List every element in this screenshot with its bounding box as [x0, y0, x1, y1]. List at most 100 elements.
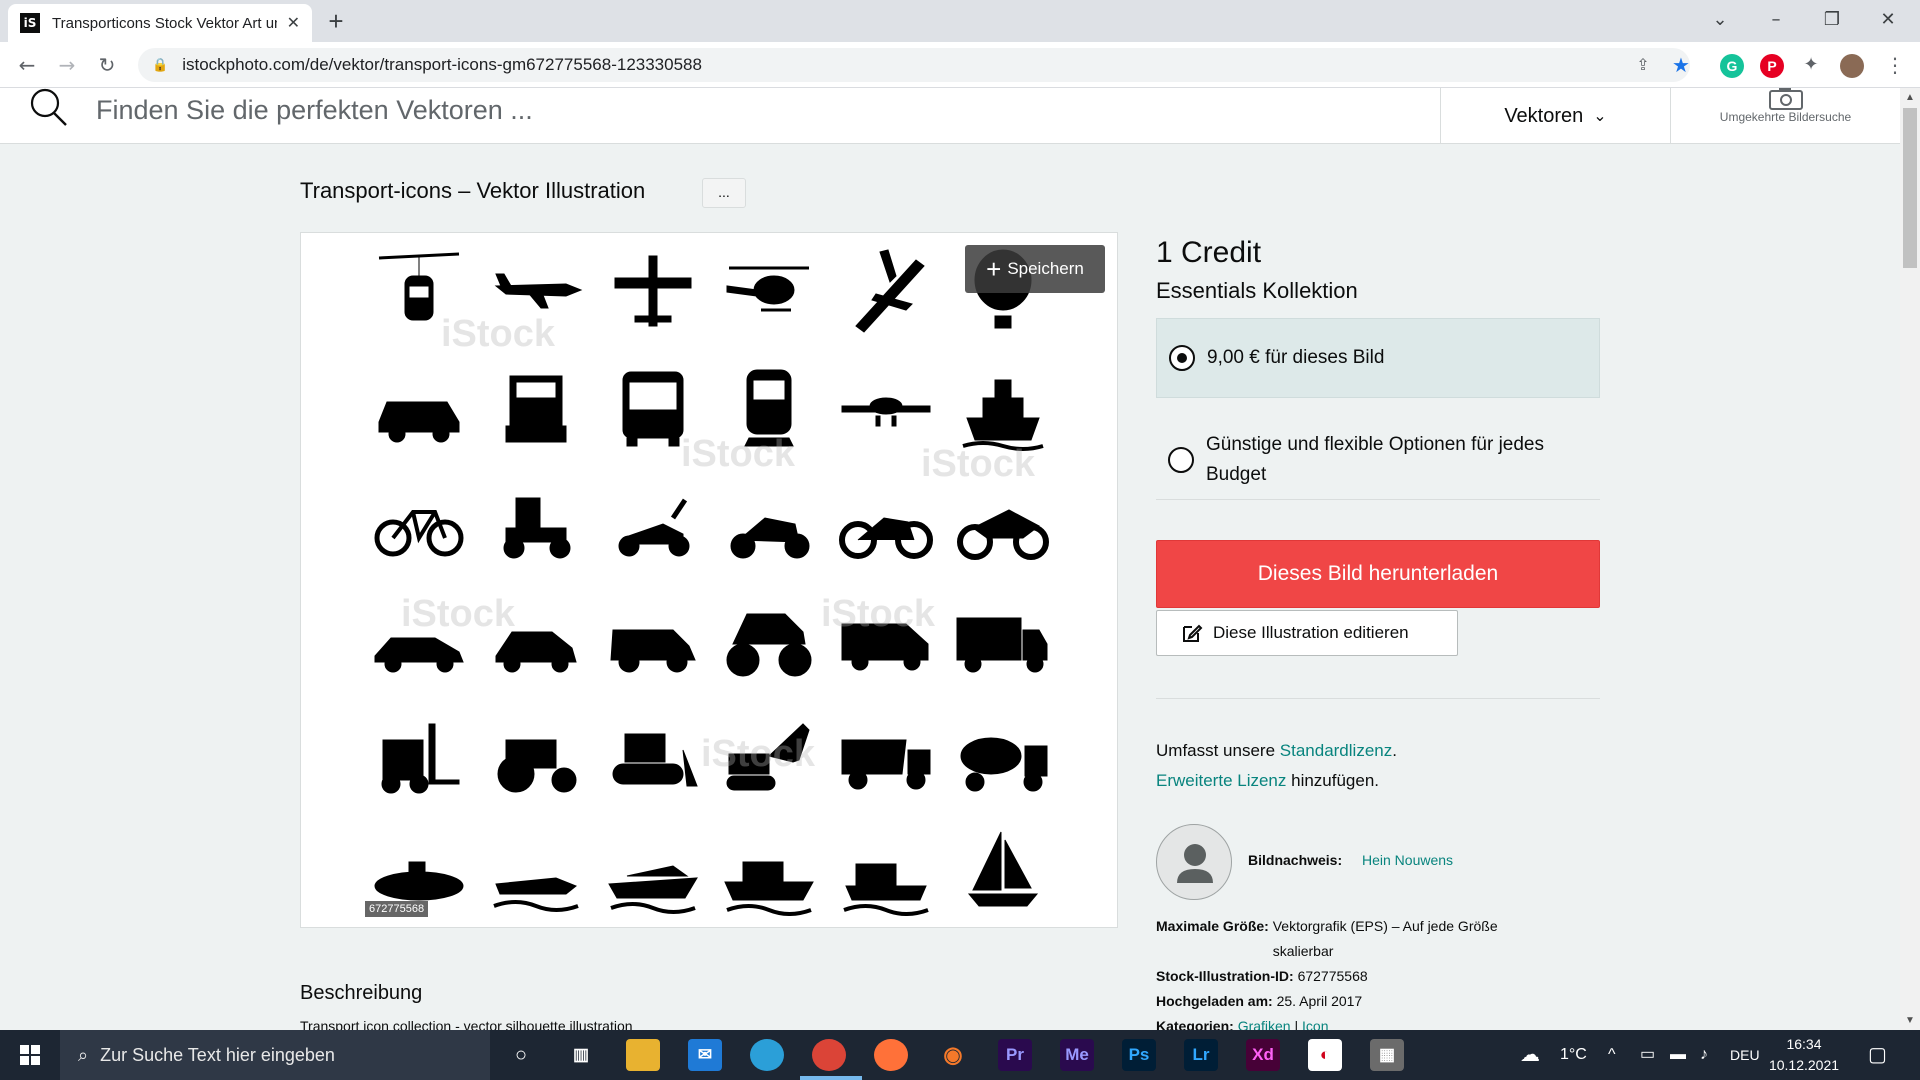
close-window-button[interactable]: ✕	[1860, 0, 1916, 42]
calculator-icon[interactable]: ▦	[1370, 1039, 1404, 1071]
image-preview[interactable]: iStock iStock iStock iStock iStock iStoc…	[300, 232, 1118, 928]
share-icon[interactable]: ⇪	[1628, 50, 1658, 80]
category-link[interactable]: Icon	[1302, 1018, 1328, 1030]
creative-cloud-icon[interactable]: ◐	[1308, 1039, 1342, 1071]
scrollbar-thumb[interactable]	[1903, 108, 1917, 268]
categories-row: Kategorien: Grafiken | Icon	[1156, 1014, 1329, 1030]
minimize-button[interactable]: –	[1748, 0, 1804, 42]
browser-tab[interactable]: iS Transporticons Stock Vektor Art und m…	[8, 4, 312, 42]
scroll-down-arrow-icon[interactable]: ▼	[1900, 1015, 1920, 1026]
mail-icon[interactable]: ✉	[688, 1039, 722, 1071]
excavator-icon	[726, 723, 810, 791]
tab-title: Transporticons Stock Vektor Art und mehr	[52, 14, 277, 32]
blender-icon[interactable]: ◉	[936, 1039, 970, 1071]
tab-search-chevron-icon[interactable]: ⌄	[1692, 0, 1748, 42]
more-options-button[interactable]: ...	[702, 178, 746, 208]
dump-truck-icon	[841, 739, 931, 790]
cement-mixer-icon	[960, 737, 1048, 792]
taskbar-search-placeholder: Zur Suche Text hier eingeben	[100, 1044, 335, 1065]
extensions-puzzle-icon[interactable]: ✦	[1796, 50, 1826, 80]
site-search-header: Vektoren ⌄ Umgekehrte Bildersuche	[0, 88, 1900, 144]
premiere-icon[interactable]: Pr	[998, 1039, 1032, 1071]
lightroom-icon[interactable]: Lr	[1184, 1039, 1218, 1071]
taskbar-search[interactable]: ⌕ Zur Suche Text hier eingeben	[60, 1030, 490, 1080]
plus-icon: +	[986, 254, 1002, 284]
max-size-row: Maximale Größe: Vektorgrafik (EPS) – Auf…	[1156, 914, 1543, 964]
collection-name: Essentials Kollektion	[1156, 278, 1358, 303]
extended-license-link[interactable]: Erweiterte Lizenz	[1156, 771, 1286, 790]
tab-close-icon[interactable]: ✕	[287, 13, 300, 33]
credit-label: Bildnachweis:	[1248, 852, 1343, 868]
description-text: Transport icon collection - vector silho…	[300, 1018, 633, 1030]
network-icon[interactable]: ▭	[1640, 1030, 1655, 1080]
save-button[interactable]: + Speichern	[965, 245, 1105, 293]
photoshop-icon[interactable]: Ps	[1122, 1039, 1156, 1071]
ferry-icon	[724, 861, 815, 916]
back-button[interactable]: ←	[12, 50, 42, 80]
battery-icon[interactable]: ▬	[1670, 1030, 1686, 1080]
contributor-link[interactable]: Hein Nouwens	[1362, 852, 1453, 868]
bicycle-icon	[374, 510, 464, 557]
hovercraft-icon	[843, 863, 929, 916]
uploaded-label: Hochgeladen am:	[1156, 993, 1273, 1009]
file-explorer-icon[interactable]	[626, 1039, 660, 1071]
new-tab-button[interactable]: +	[318, 6, 354, 36]
windows-taskbar: ⌕ Zur Suche Text hier eingeben ○ ▥ ✉ ◉ P…	[0, 1030, 1920, 1080]
edge-icon[interactable]	[750, 1039, 784, 1071]
camera-icon	[1768, 88, 1803, 110]
chrome-icon[interactable]	[812, 1039, 846, 1071]
standard-license-link[interactable]: Standardlizenz	[1280, 741, 1392, 760]
jet-ski-icon	[493, 877, 579, 912]
radio-selected[interactable]	[1169, 345, 1195, 371]
bookmark-star-icon[interactable]: ★	[1666, 50, 1696, 80]
option-flexible-label: Günstige und flexible Optionen für jedes…	[1206, 430, 1600, 490]
license-suffix2: hinzufügen.	[1286, 771, 1380, 790]
grammarly-icon[interactable]: G	[1720, 54, 1744, 78]
transport-icons-image	[361, 233, 1061, 927]
firefox-icon[interactable]	[874, 1039, 908, 1071]
media-encoder-icon[interactable]: Me	[1060, 1039, 1094, 1071]
windows-start-icon[interactable]	[0, 1030, 60, 1080]
forward-button[interactable]: →	[52, 50, 82, 80]
category-link[interactable]: Grafiken	[1238, 1018, 1291, 1030]
reload-button[interactable]: ↻	[92, 50, 122, 80]
bus-icon	[622, 371, 684, 447]
bulldozer-icon	[612, 733, 698, 787]
scroll-up-arrow-icon[interactable]: ▲	[1900, 92, 1920, 103]
date: 10.12.2021	[1768, 1057, 1840, 1073]
option-flexible-bold: Günstige	[1206, 433, 1283, 455]
tray-chevron-icon[interactable]: ^	[1608, 1030, 1616, 1080]
volume-icon[interactable]: ♪	[1700, 1030, 1708, 1080]
search-icon[interactable]	[28, 88, 68, 128]
notifications-icon[interactable]: ▢	[1868, 1030, 1887, 1080]
max-size-label: Maximale Größe:	[1156, 918, 1269, 934]
browser-menu-icon[interactable]: ⋮	[1880, 50, 1910, 80]
car-icon	[378, 401, 460, 443]
ship-icon	[962, 379, 1044, 451]
media-type-dropdown[interactable]: Vektoren ⌄	[1440, 88, 1670, 144]
profile-avatar[interactable]	[1840, 54, 1864, 78]
temperature[interactable]: 1°C	[1560, 1030, 1587, 1080]
clock[interactable]: 16:34 10.12.2021	[1764, 1034, 1844, 1076]
restore-button[interactable]: ❐	[1804, 0, 1860, 42]
weather-cloud-icon[interactable]: ☁	[1520, 1030, 1540, 1080]
time: 16:34	[1786, 1036, 1822, 1052]
contributor-avatar[interactable]	[1156, 824, 1232, 900]
price-option-single[interactable]: 9,00 € für dieses Bild	[1156, 318, 1600, 398]
task-view-icon[interactable]: ▥	[564, 1039, 598, 1071]
cortana-icon[interactable]: ○	[504, 1039, 538, 1071]
download-button[interactable]: Dieses Bild herunterladen	[1156, 540, 1600, 608]
pinterest-icon[interactable]: P	[1760, 54, 1784, 78]
language-indicator[interactable]: DEU	[1730, 1030, 1760, 1080]
address-bar[interactable]: 🔒 istockphoto.com/de/vektor/transport-ic…	[138, 48, 1690, 82]
search-input[interactable]	[96, 90, 1416, 130]
divider	[1156, 698, 1600, 699]
xd-icon[interactable]: Xd	[1246, 1039, 1280, 1071]
price-option-flexible[interactable]: Günstige und flexible Optionen für jedes…	[1156, 420, 1600, 500]
radio-unselected[interactable]	[1168, 446, 1194, 473]
page-scrollbar[interactable]: ▲ ▼	[1900, 88, 1920, 1030]
edit-illustration-button[interactable]: Diese Illustration editieren	[1156, 610, 1458, 656]
yacht-icon	[607, 865, 698, 914]
reverse-search-label: Umgekehrte Bildersuche	[1719, 110, 1852, 124]
reverse-image-search[interactable]: Umgekehrte Bildersuche	[1670, 88, 1900, 144]
